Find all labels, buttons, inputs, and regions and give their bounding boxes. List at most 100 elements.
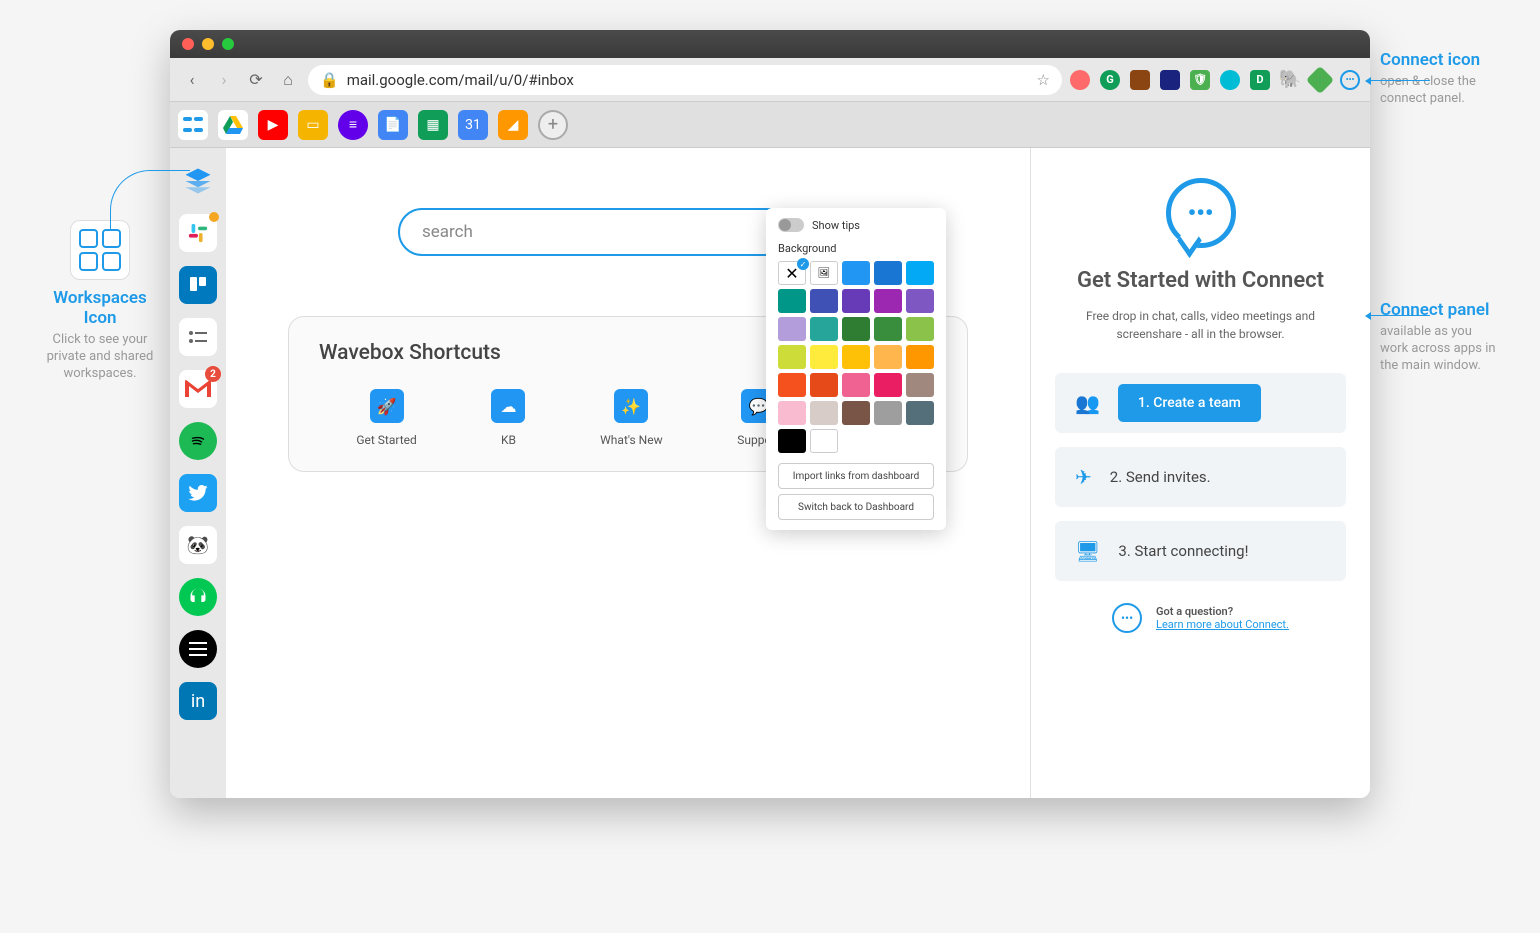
- reload-button[interactable]: ⟳: [244, 68, 268, 92]
- color-swatch[interactable]: [778, 345, 806, 369]
- ext-evernote-icon[interactable]: 🐘: [1280, 70, 1300, 90]
- ext-icon-7[interactable]: D: [1250, 70, 1270, 90]
- close-window-button[interactable]: [182, 38, 194, 50]
- color-swatch[interactable]: [842, 373, 870, 397]
- step-create-team: 👥 1. Create a team: [1055, 373, 1346, 433]
- window-titlebar: [170, 30, 1370, 58]
- ext-icon-9[interactable]: [1306, 65, 1334, 93]
- sidebar-linkedin-icon[interactable]: in: [179, 682, 217, 720]
- color-swatch[interactable]: [906, 289, 934, 313]
- background-popup: Show tips Background ✕✓ 🖼: [766, 208, 946, 530]
- color-swatch[interactable]: [874, 401, 902, 425]
- ext-grammarly-icon[interactable]: G: [1100, 70, 1120, 90]
- shortcut-kb[interactable]: ☁KB: [491, 389, 525, 447]
- connect-extension-icon[interactable]: •••: [1340, 70, 1360, 90]
- color-swatch[interactable]: [842, 289, 870, 313]
- step-start-connecting: 🖥 3. Start connecting!: [1055, 521, 1346, 581]
- ext-icon-4[interactable]: [1160, 70, 1180, 90]
- main-content: search Wavebox Shortcuts 🚀Get Started ☁K…: [226, 148, 1030, 798]
- forward-button[interactable]: ›: [212, 68, 236, 92]
- color-swatch[interactable]: [874, 289, 902, 313]
- connect-panel: ••• Get Started with Connect Free drop i…: [1030, 148, 1370, 798]
- color-swatch[interactable]: [810, 289, 838, 313]
- back-button[interactable]: ‹: [180, 68, 204, 92]
- home-button[interactable]: ⌂: [276, 68, 300, 92]
- color-swatch[interactable]: [778, 317, 806, 341]
- learn-more-link[interactable]: Learn more about Connect.: [1156, 618, 1289, 631]
- color-swatch[interactable]: [842, 317, 870, 341]
- shortcut-whats-new[interactable]: ✨What's New: [600, 389, 662, 447]
- shortcut-get-started[interactable]: 🚀Get Started: [356, 389, 416, 447]
- maximize-window-button[interactable]: [222, 38, 234, 50]
- show-tips-toggle[interactable]: [778, 218, 804, 232]
- color-swatch-image[interactable]: 🖼: [810, 261, 838, 285]
- import-links-button[interactable]: Import links from dashboard: [778, 463, 934, 489]
- app-icon-5[interactable]: ≡: [338, 110, 368, 140]
- sidebar-settings-icon[interactable]: [179, 318, 217, 356]
- color-swatch[interactable]: [842, 345, 870, 369]
- color-swatch[interactable]: [810, 429, 838, 453]
- app-sidebar: 2 🐼 in: [170, 148, 226, 798]
- minimize-window-button[interactable]: [202, 38, 214, 50]
- sidebar-gmail-icon[interactable]: 2: [179, 370, 217, 408]
- ext-icon-6[interactable]: [1220, 70, 1240, 90]
- workspaces-icon[interactable]: [178, 110, 208, 140]
- color-swatch[interactable]: [874, 317, 902, 341]
- color-swatch[interactable]: [906, 317, 934, 341]
- gdocs-icon[interactable]: 📄: [378, 110, 408, 140]
- ext-icon-5[interactable]: 🛡: [1190, 70, 1210, 90]
- url-text: mail.google.com/mail/u/0/#inbox: [347, 71, 574, 89]
- connect-panel-annotation: Connect panel available as you work acro…: [1380, 300, 1500, 375]
- gcalendar-icon[interactable]: 31: [458, 110, 488, 140]
- color-swatch[interactable]: [906, 345, 934, 369]
- color-swatch[interactable]: [810, 317, 838, 341]
- color-swatch[interactable]: [906, 261, 934, 285]
- color-swatch[interactable]: [778, 373, 806, 397]
- color-swatch[interactable]: [842, 261, 870, 285]
- sidebar-layers-icon[interactable]: [179, 162, 217, 200]
- color-swatch[interactable]: [778, 429, 806, 453]
- step-send-invites: ✈ 2. Send invites.: [1055, 447, 1346, 507]
- color-swatch[interactable]: [810, 345, 838, 369]
- gdrive-icon[interactable]: [218, 110, 248, 140]
- annotation-arrow-r2: [1370, 315, 1430, 316]
- color-grid: ✕✓ 🖼: [778, 261, 934, 453]
- color-swatch[interactable]: [810, 401, 838, 425]
- color-swatch-none[interactable]: ✕✓: [778, 261, 806, 285]
- color-swatch[interactable]: [778, 289, 806, 313]
- workspaces-annotation: Workspaces Icon Click to see your privat…: [40, 220, 160, 383]
- color-swatch[interactable]: [874, 345, 902, 369]
- youtube-icon[interactable]: ▶: [258, 110, 288, 140]
- chat-bubble-icon: •••: [1112, 603, 1142, 633]
- sidebar-trello-icon[interactable]: [179, 266, 217, 304]
- color-swatch[interactable]: [842, 401, 870, 425]
- color-swatch[interactable]: [778, 401, 806, 425]
- create-team-button[interactable]: 1. Create a team: [1118, 384, 1261, 422]
- sidebar-twitter-icon[interactable]: [179, 474, 217, 512]
- app-icon-9[interactable]: ◢: [498, 110, 528, 140]
- sidebar-headset-icon[interactable]: [179, 578, 217, 616]
- gmail-badge: 2: [205, 366, 221, 382]
- ext-avatar-icon[interactable]: [1070, 70, 1090, 90]
- url-field[interactable]: 🔒 mail.google.com/mail/u/0/#inbox ☆: [308, 65, 1062, 95]
- sidebar-menu-icon[interactable]: [179, 630, 217, 668]
- color-swatch[interactable]: [810, 373, 838, 397]
- sidebar-slack-icon[interactable]: [179, 214, 217, 252]
- color-swatch[interactable]: [874, 373, 902, 397]
- sidebar-panda-icon[interactable]: 🐼: [179, 526, 217, 564]
- color-swatch[interactable]: [874, 261, 902, 285]
- gsheets-icon[interactable]: ▦: [418, 110, 448, 140]
- ext-icon-3[interactable]: [1130, 70, 1150, 90]
- switch-dashboard-button[interactable]: Switch back to Dashboard: [778, 494, 934, 520]
- address-bar: ‹ › ⟳ ⌂ 🔒 mail.google.com/mail/u/0/#inbo…: [170, 58, 1370, 102]
- add-app-button[interactable]: +: [538, 110, 568, 140]
- connect-subtitle: Free drop in chat, calls, video meetings…: [1055, 307, 1346, 343]
- annotation-arrow-r1: [1370, 80, 1430, 81]
- color-swatch[interactable]: [906, 401, 934, 425]
- connect-icon-annotation: Connect icon open & close the connect pa…: [1380, 50, 1500, 108]
- app-toolbar: ▶ ▭ ≡ 📄 ▦ 31 ◢ +: [170, 102, 1370, 148]
- color-swatch[interactable]: [906, 373, 934, 397]
- sidebar-spotify-icon[interactable]: [179, 422, 217, 460]
- question-row: ••• Got a question? Learn more about Con…: [1055, 603, 1346, 633]
- gslides-icon[interactable]: ▭: [298, 110, 328, 140]
